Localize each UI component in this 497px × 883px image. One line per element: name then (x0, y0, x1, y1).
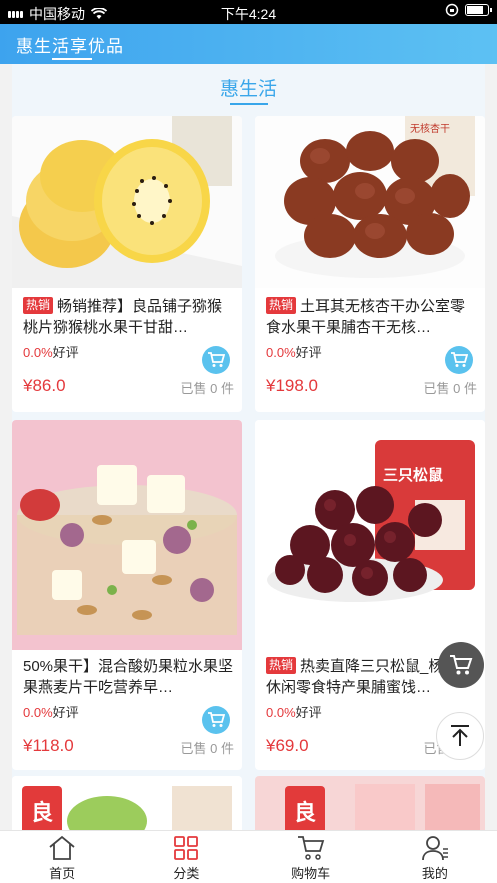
cart-icon (451, 352, 468, 367)
product-rating: 0.0%好评 (23, 345, 79, 360)
hot-tag: 热销 (266, 297, 297, 314)
product-rating: 0.0%好评 (23, 705, 79, 720)
product-card[interactable]: 热销 畅销推荐】良品铺子猕猴桃片猕猴桃水果干甘甜… 0.0%好评 ¥86.0 已售… (12, 116, 242, 412)
product-price: ¥69.0 (266, 736, 309, 755)
section-title: 惠生活 (219, 79, 277, 100)
bottom-tab-bar: 首页 分类 购物车 我的 (0, 830, 497, 883)
product-image[interactable] (12, 420, 242, 650)
product-image[interactable]: 良 (255, 776, 485, 834)
rotation-lock-icon (445, 3, 459, 17)
product-section[interactable]: 惠生活 热销 畅销推荐】良品铺子猕猴桃片猕猴桃水果干甘甜… 0.0%好评 ¥86… (12, 64, 485, 834)
clock: 下午4:24 (220, 6, 277, 22)
product-card[interactable]: 良 (255, 776, 485, 834)
app-header: 惠生活享优品 (0, 24, 497, 64)
sold-count: 已售 0 件 (180, 381, 234, 396)
product-price: ¥118.0 (23, 736, 74, 755)
product-name[interactable]: 50%果干】混合酸奶果粒水果坚果燕麦片干吃营养早… (23, 656, 237, 698)
grid-icon (174, 836, 199, 860)
tab-cart-label: 购物车 (291, 866, 331, 881)
cart-icon (208, 352, 225, 367)
sold-count: 已售 0 件 (423, 381, 477, 396)
tab-category-label: 分类 (173, 866, 200, 881)
section-title-underline (230, 103, 268, 105)
cart-icon (208, 712, 225, 727)
svg-text:良: 良 (31, 800, 53, 826)
product-image[interactable]: 良 (12, 776, 242, 834)
home-icon (49, 835, 75, 860)
svg-text:良: 良 (294, 800, 316, 826)
cart-icon (450, 655, 473, 675)
user-icon (421, 836, 448, 861)
product-card[interactable]: 无核杏干 热销 土耳其无核杏干办公室零食水果干果脯杏干无核… 0.0%好评 ¥19… (255, 116, 485, 412)
product-name[interactable]: 热销 土耳其无核杏干办公室零食水果干果脯杏干无核… (266, 296, 480, 338)
sold-count: 已售 0 件 (180, 741, 234, 756)
product-price: ¥198.0 (266, 376, 318, 395)
tab-profile[interactable]: 我的 (373, 831, 497, 883)
product-card-details[interactable]: 50%果干】混合酸奶果粒水果坚果燕麦片干吃营养早… 0.0%好评 ¥118.0 … (12, 650, 242, 770)
header-title-underline (52, 58, 92, 60)
tab-home[interactable]: 首页 (0, 831, 124, 883)
add-to-cart-button[interactable] (445, 346, 473, 374)
product-price: ¥86.0 (23, 376, 66, 395)
header-title: 惠生活享优品 (16, 37, 124, 56)
product-card[interactable]: 良 (12, 776, 242, 834)
status-right (445, 3, 492, 17)
tab-home-label: 首页 (49, 866, 76, 881)
add-to-cart-button[interactable] (202, 706, 230, 734)
battery-icon (465, 4, 492, 16)
product-image[interactable]: 三只松鼠 (255, 420, 485, 650)
product-rating: 0.0%好评 (266, 345, 322, 360)
product-name[interactable]: 热销 畅销推荐】良品铺子猕猴桃片猕猴桃水果干甘甜… (23, 296, 237, 338)
product-rating: 0.0%好评 (266, 705, 322, 720)
back-to-top-button[interactable] (436, 712, 484, 760)
arrow-up-icon (451, 725, 469, 746)
package-label: 无核杏干 (410, 122, 450, 135)
hot-tag: 热销 (266, 657, 297, 674)
hot-tag: 热销 (23, 297, 54, 314)
add-to-cart-button[interactable] (202, 346, 230, 374)
cart-icon (297, 836, 324, 860)
status-bar: 中国移动 下午4:24 (0, 0, 497, 24)
tab-cart[interactable]: 购物车 (249, 831, 373, 883)
tab-category[interactable]: 分类 (124, 831, 248, 883)
product-image[interactable]: 无核杏干 (255, 116, 485, 288)
tab-profile-label: 我的 (421, 866, 448, 881)
floating-cart-button[interactable] (438, 642, 484, 688)
package-label: 三只松鼠 (383, 466, 443, 484)
product-image[interactable] (12, 116, 242, 288)
